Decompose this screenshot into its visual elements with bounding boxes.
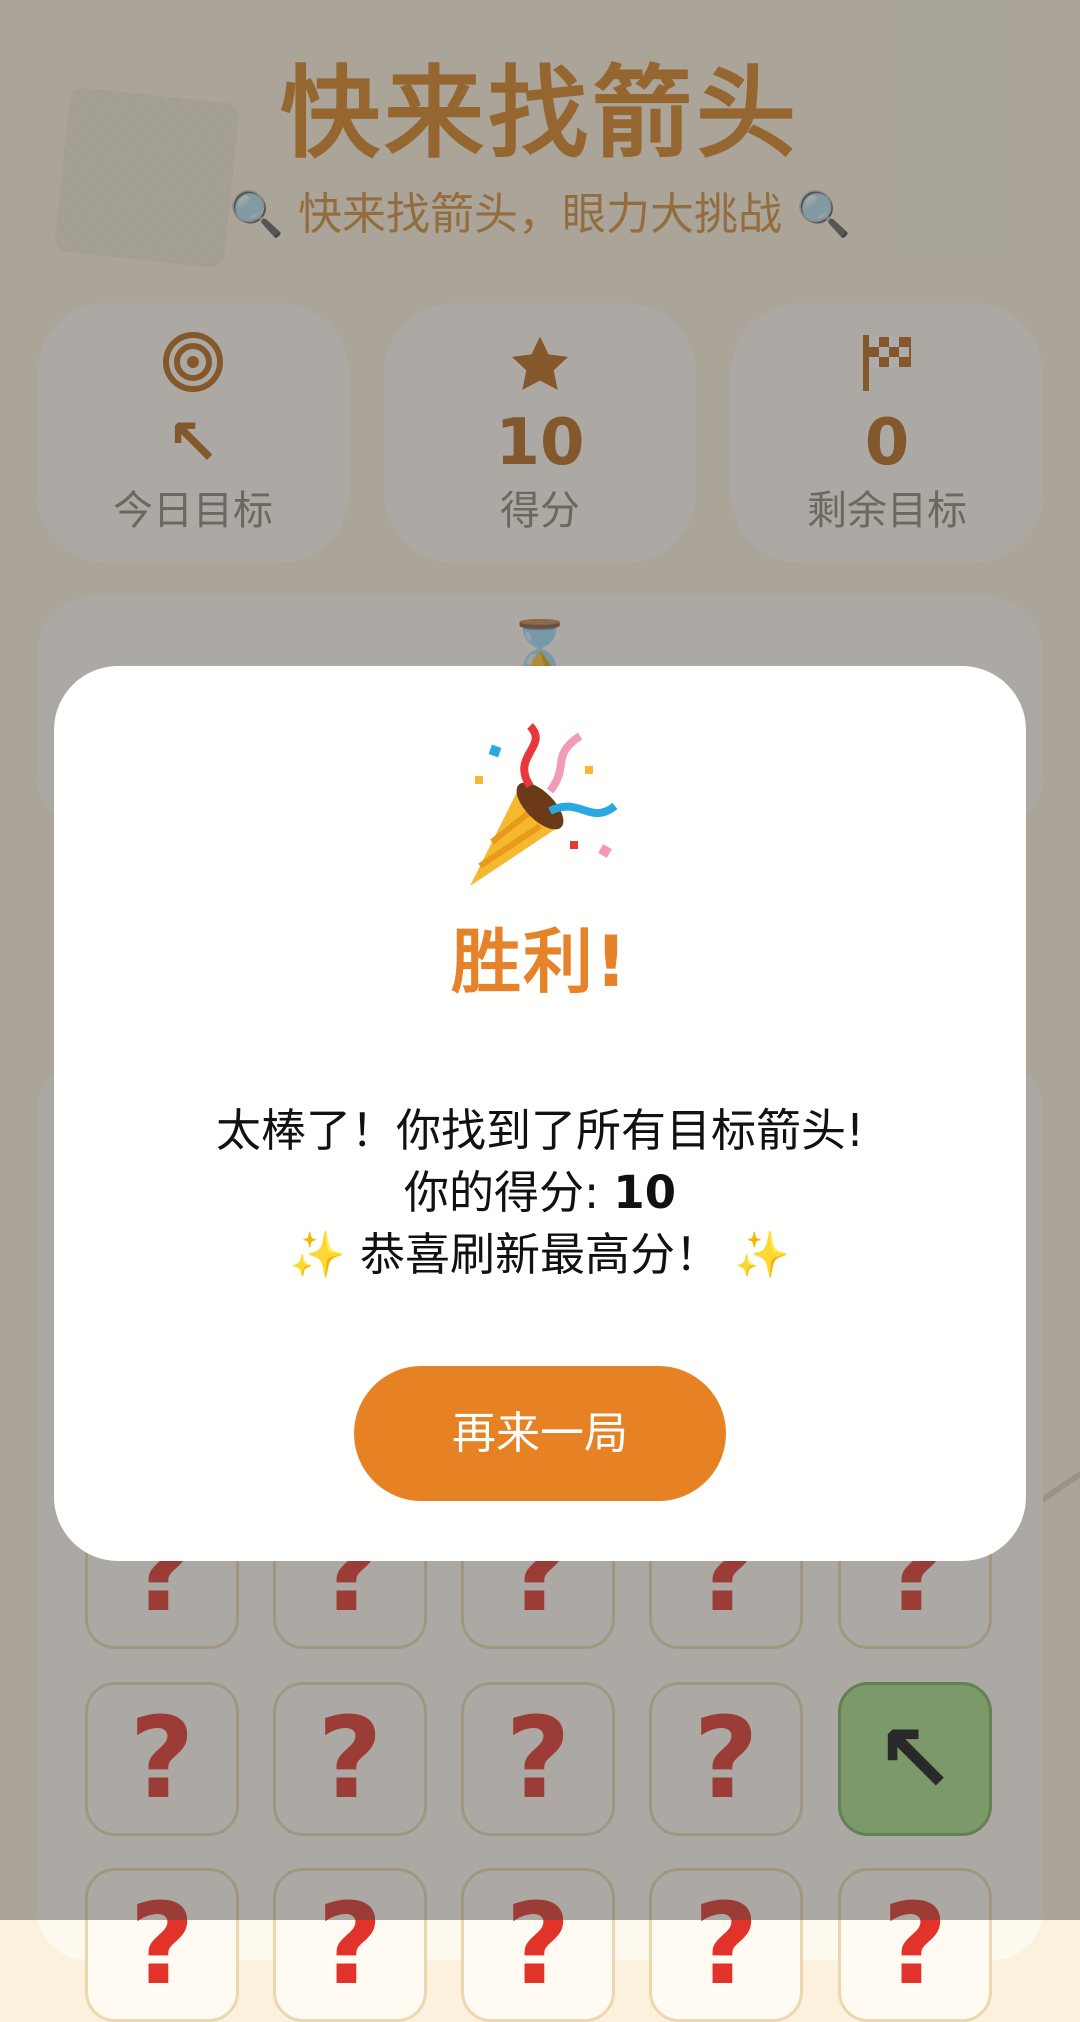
sparkles-icon: ✨ [734,1228,791,1281]
final-score-line: 你的得分: 10 [54,1156,1026,1221]
game-page: 快来找箭头 🔍 快来找箭头，眼力大挑战 🔍 ↖ 今日目标 10 得分 0 剩余目… [0,0,1080,2022]
victory-dialog: 胜利! 太棒了！你找到了所有目标箭头! 你的得分: 10 ✨ 恭喜刷新最高分！ … [54,666,1026,1561]
play-again-button[interactable]: 再来一局 [354,1366,726,1501]
party-popper-icon [54,716,1026,900]
final-score-value: 10 [613,1166,677,1219]
victory-title: 胜利! [451,921,629,1003]
sparkles-icon: ✨ [289,1228,346,1281]
high-score-line: ✨ 恭喜刷新最高分！ ✨ [54,1218,1026,1283]
high-score-text: 恭喜刷新最高分！ [359,1228,720,1281]
victory-message: 太棒了！你找到了所有目标箭头! [215,1104,865,1157]
final-score-label: 你的得分: [403,1166,614,1219]
